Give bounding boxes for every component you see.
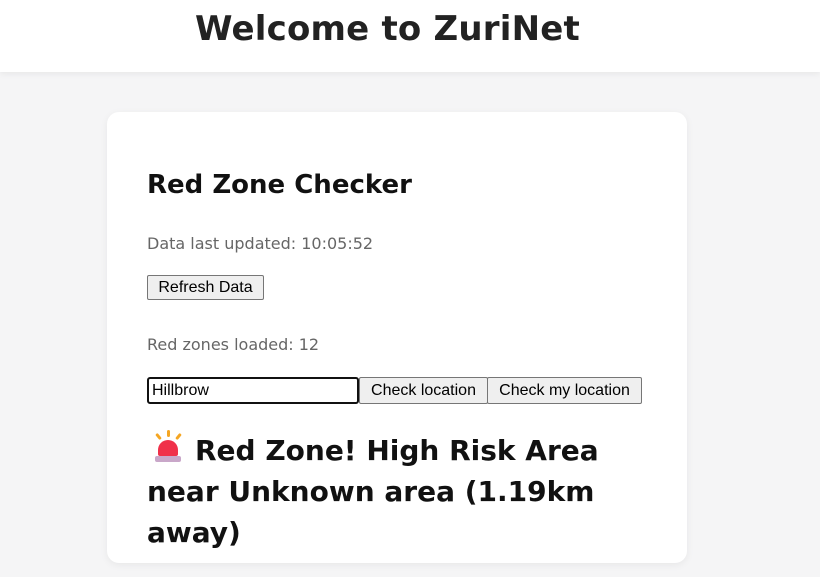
last-updated-text: Data last updated: 10:05:52 — [147, 234, 374, 253]
red-zone-checker-card: Red Zone Checker Data last updated: 10:0… — [107, 112, 687, 563]
location-search-input[interactable] — [147, 377, 359, 404]
page-title: Welcome to ZuriNet — [195, 9, 580, 49]
check-location-button[interactable]: Check location — [359, 377, 488, 404]
refresh-data-button[interactable]: Refresh Data — [147, 275, 264, 300]
result-text: Red Zone! High Risk Area near Unknown ar… — [147, 434, 599, 549]
check-my-location-button[interactable]: Check my location — [487, 377, 642, 404]
zones-loaded-text: Red zones loaded: 12 — [147, 335, 320, 354]
card-title: Red Zone Checker — [147, 170, 412, 200]
police-siren-icon — [153, 430, 183, 462]
result-message: Red Zone! High Risk Area near Unknown ar… — [147, 430, 667, 553]
top-header: Welcome to ZuriNet — [0, 0, 820, 72]
